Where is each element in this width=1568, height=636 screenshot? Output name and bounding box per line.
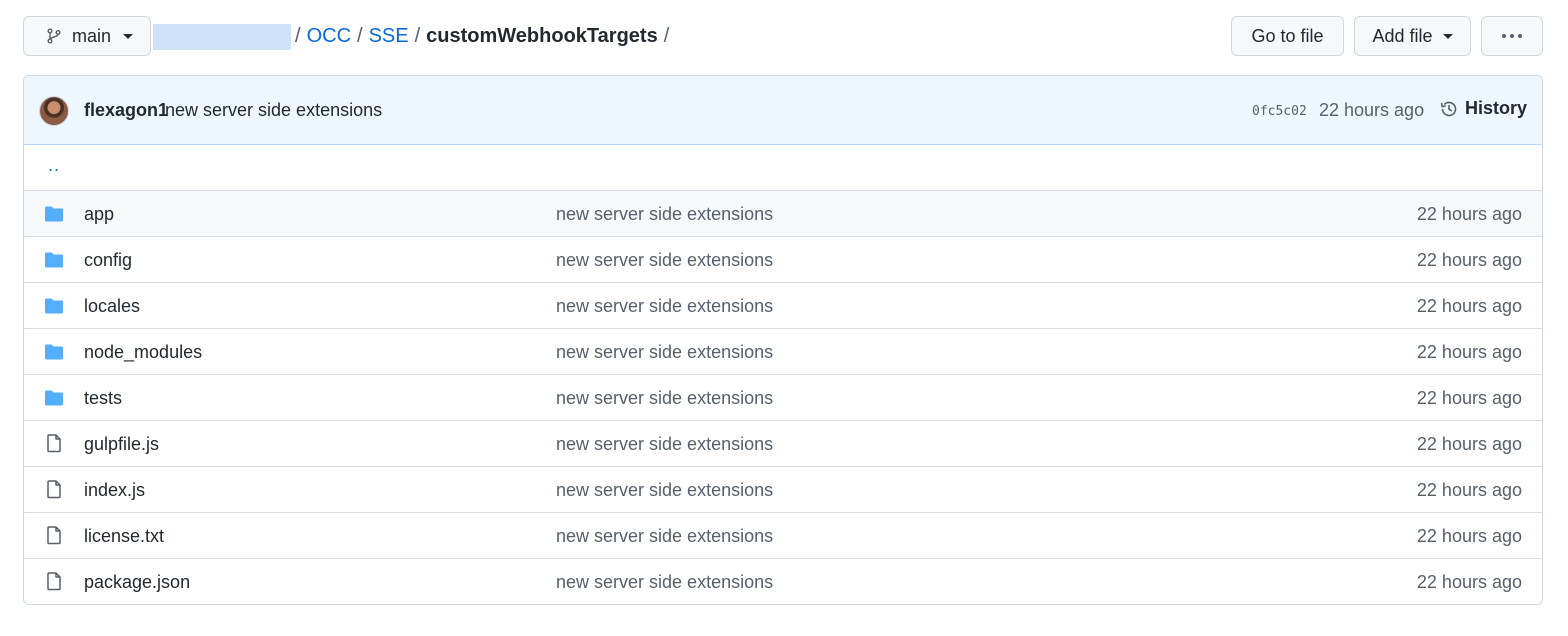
folder-icon (44, 205, 64, 228)
file-commit-message-link[interactable]: new server side extensions (556, 342, 773, 363)
table-row[interactable]: index.js new server side extensions 22 hou… (24, 466, 1542, 512)
folder-icon (44, 297, 64, 320)
file-name-link[interactable]: package.json (84, 572, 190, 593)
breadcrumb-separator: / (414, 24, 421, 47)
file-commit-age: 22 hours ago (1416, 204, 1522, 224)
history-icon (1440, 101, 1457, 116)
file-commit-message-link[interactable]: new server side extensions (556, 526, 773, 547)
file-name-link[interactable]: tests (84, 388, 122, 409)
add-file-button[interactable]: Add file (1354, 16, 1471, 56)
redacted-repo-name (153, 24, 291, 50)
table-row[interactable]: node_modules new server side extensions 22… (24, 328, 1542, 374)
file-commit-message-link[interactable]: new server side extensions (556, 296, 773, 317)
file-commit-age: 22 hours ago (1416, 296, 1522, 316)
git-branch-icon (47, 28, 61, 44)
breadcrumb-separator: / (357, 24, 363, 47)
commit-author-link[interactable]: flexagon1 (84, 100, 168, 121)
folder-icon (44, 343, 64, 366)
avatar[interactable] (39, 96, 69, 126)
file-commit-age: 22 hours ago (1416, 250, 1522, 270)
table-row[interactable]: tests new server side extensions 22 hours … (24, 374, 1542, 420)
breadcrumb-separator: / (295, 24, 301, 47)
file-name-link[interactable]: app (84, 204, 114, 225)
file-commit-age: 22 hours ago (1416, 434, 1522, 454)
breadcrumb-link-sse[interactable]: SSE (369, 25, 409, 48)
branch-label: main (72, 25, 112, 46)
file-commit-message-link[interactable]: new server side extensions (556, 388, 773, 409)
file-icon (44, 525, 64, 550)
table-row[interactable]: config new server side extensions 22 hours… (24, 236, 1542, 282)
go-to-file-label: Go to file (1251, 25, 1324, 46)
commit-message-link[interactable]: new server side extensions (165, 100, 382, 121)
chevron-down-icon (123, 33, 134, 39)
history-label: History (1465, 98, 1528, 118)
parent-directory-row[interactable]: .. (24, 145, 1542, 190)
file-commit-age: 22 hours ago (1416, 526, 1522, 546)
folder-icon (44, 389, 64, 412)
file-name-link[interactable]: config (84, 250, 132, 271)
table-row[interactable]: gulpfile.js new server side extensions 22 … (24, 420, 1542, 466)
latest-commit-bar: flexagon1 new server side extensions 0fc… (24, 76, 1542, 145)
file-commit-message-link[interactable]: new server side extensions (556, 480, 773, 501)
parent-directory-link[interactable]: .. (48, 155, 60, 176)
table-row[interactable]: locales new server side extensions 22 hour… (24, 282, 1542, 328)
file-commit-age: 22 hours ago (1416, 342, 1522, 362)
go-to-file-button[interactable]: Go to file (1231, 16, 1344, 56)
breadcrumb-link-occ[interactable]: OCC (307, 25, 351, 48)
file-browser: flexagon1 new server side extensions 0fc… (23, 75, 1543, 605)
breadcrumb-separator: / (663, 24, 670, 47)
file-icon (44, 479, 64, 504)
folder-icon (44, 251, 64, 274)
table-row[interactable]: package.json new server side extensions 22… (24, 558, 1542, 604)
file-commit-message-link[interactable]: new server side extensions (556, 434, 773, 455)
kebab-horizontal-icon (1502, 34, 1522, 38)
file-commit-age: 22 hours ago (1416, 480, 1522, 500)
repo-toolbar: main / OCC / SSE / customWebhookTargets … (23, 16, 1543, 56)
branch-select-button[interactable]: main (23, 16, 151, 56)
table-row[interactable]: app new server side extensions 22 hours ag… (24, 190, 1542, 236)
file-name-link[interactable]: license.txt (84, 526, 164, 547)
file-commit-message-link[interactable]: new server side extensions (556, 204, 773, 225)
table-row[interactable]: license.txt new server side extensions 22 … (24, 512, 1542, 558)
file-list: app new server side extensions 22 hours ag… (24, 190, 1542, 604)
file-name-link[interactable]: index.js (84, 480, 145, 501)
breadcrumb: / OCC / SSE / customWebhookTargets / (295, 16, 669, 56)
more-options-button[interactable] (1481, 16, 1543, 56)
file-commit-age: 22 hours ago (1416, 388, 1522, 408)
file-commit-message-link[interactable]: new server side extensions (556, 250, 773, 271)
file-name-link[interactable]: gulpfile.js (84, 434, 159, 455)
file-commit-age: 22 hours ago (1416, 572, 1522, 592)
file-name-link[interactable]: node_modules (84, 342, 202, 363)
chevron-down-icon (1442, 33, 1453, 39)
file-icon (44, 571, 64, 596)
file-commit-message-link[interactable]: new server side extensions (556, 572, 773, 593)
history-button[interactable]: History (1439, 98, 1527, 119)
file-name-link[interactable]: locales (84, 296, 140, 317)
file-icon (44, 433, 64, 458)
commit-sha-link[interactable]: 0fc5c02 (1252, 104, 1307, 119)
commit-time: 22 hours ago (1319, 100, 1425, 120)
breadcrumb-current: customWebhookTargets (426, 24, 658, 47)
add-file-label: Add file (1372, 25, 1433, 46)
